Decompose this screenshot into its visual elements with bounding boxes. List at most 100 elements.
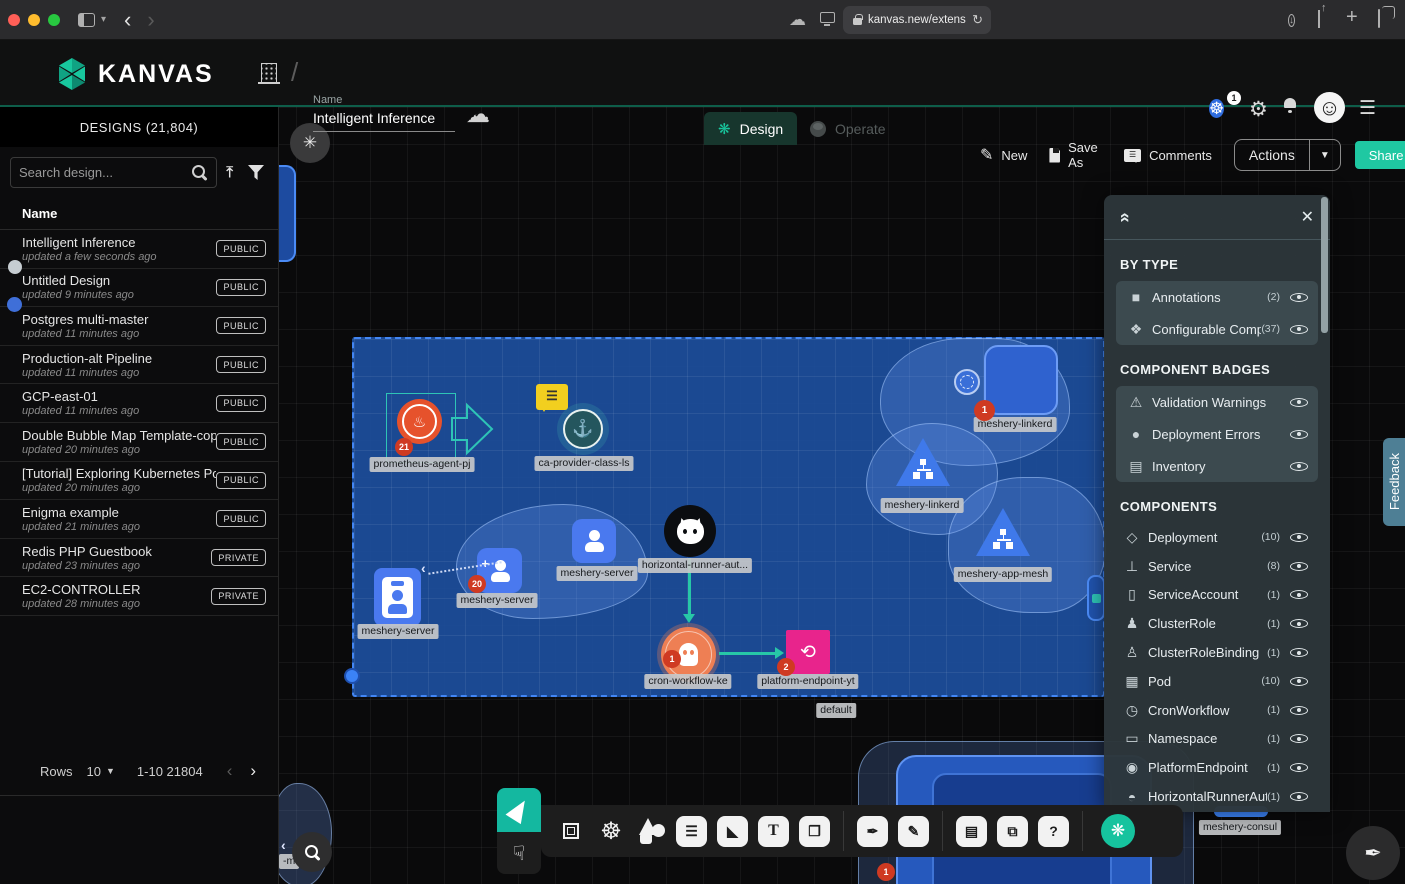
device-icon[interactable] [820,12,835,23]
list-item[interactable]: GCP-east-01 updated 11 minutes ago PUBLI… [0,384,278,423]
close-icon[interactable]: ✕ [1301,207,1314,227]
layer-row[interactable]: ■ Annotations (2) [1116,281,1318,313]
layer-row[interactable]: ⚠ Validation Warnings [1116,386,1318,418]
text-tool-icon[interactable]: T [758,816,789,847]
layer-row[interactable]: ❖ Configurable Compon (37) [1116,313,1318,345]
component-row[interactable]: ♙ ClusterRoleBinding (1) [1116,638,1318,667]
address-bar[interactable]: kanvas.new/extension/meshmap?mode=design… [843,6,991,34]
visibility-badge[interactable]: PUBLIC [216,279,266,296]
downloads-icon[interactable]: ↓ [1288,10,1295,28]
help-tool-icon[interactable]: ? [1038,816,1069,847]
list-item[interactable]: Double Bubble Map Template-copy updated … [0,423,278,462]
visibility-eye-icon[interactable] [1290,702,1308,719]
image-tool-icon[interactable]: ◣ [717,816,748,847]
visibility-eye-icon[interactable] [1290,426,1308,443]
avatar[interactable]: ☺ [1314,92,1345,123]
comments-button[interactable]: ☰Comments [1124,148,1212,163]
arrow-shape[interactable] [450,401,494,457]
visibility-eye-icon[interactable] [1290,673,1308,690]
share-button[interactable]: Share [1355,141,1405,169]
icloud-icon[interactable]: ☁ [789,10,806,30]
visibility-eye-icon[interactable] [1290,289,1308,306]
list-item[interactable]: Enigma example updated 21 minutes ago PU… [0,500,278,539]
components-tool-icon[interactable] [563,823,579,839]
tab-overview-icon[interactable] [1378,10,1380,27]
meshery-icon[interactable]: ❋ [1101,814,1135,848]
list-item[interactable]: Production-alt Pipeline updated 11 minut… [0,346,278,385]
component-row[interactable]: ⊥ Service (8) [1116,552,1318,581]
back-button[interactable]: ‹ [124,13,131,27]
visibility-eye-icon[interactable] [1290,644,1308,661]
visibility-eye-icon[interactable] [1290,321,1308,338]
visibility-eye-icon[interactable] [1290,394,1308,411]
layer-row[interactable]: ▤ Inventory [1116,450,1318,482]
organization-icon[interactable] [261,63,277,82]
hamburger-menu-icon[interactable]: ☰ [1359,97,1376,120]
edge-cron-to-endpoint[interactable] [719,652,777,655]
visibility-eye-icon[interactable] [1290,788,1308,805]
save-as-button[interactable]: Save As [1049,140,1102,170]
component-row[interactable]: ◷ CronWorkflow (1) [1116,696,1318,725]
next-page-button[interactable]: › [250,761,256,781]
actions-dropdown-arrow[interactable]: ▼ [1309,140,1340,170]
kanvas-logo[interactable]: KANVAS [54,56,214,92]
shapes-tool-icon[interactable] [636,816,666,846]
clipped-node-right[interactable] [1087,575,1105,621]
share-icon[interactable] [1318,10,1320,27]
feedback-tab[interactable]: Feedback [1383,438,1405,526]
component-row[interactable]: ◉ PlatformEndpoint (1) [1116,753,1318,782]
ca-provider-node[interactable]: ⚓ [563,409,603,449]
tab-design[interactable]: ❋ Design [704,112,797,145]
resize-handle[interactable] [344,668,360,684]
kubernetes-context-button[interactable]: ☸ 1 [1209,97,1235,121]
comment-annotation-icon[interactable]: ☰ [536,384,568,410]
comment-tool-icon[interactable]: ☰ [676,816,707,847]
actions-button[interactable]: Actions ▼ [1234,139,1341,171]
pen-fab-button[interactable]: ✒ [1346,826,1400,880]
visibility-eye-icon[interactable] [1290,558,1308,575]
bell-icon[interactable] [1282,97,1298,115]
node-badge[interactable]: 1 [663,650,681,668]
node-badge[interactable]: 21 [395,438,413,456]
visibility-badge[interactable]: PUBLIC [216,472,266,489]
previous-page-button[interactable]: ‹ [227,761,233,781]
pan-tool-button[interactable]: ☟ [497,832,541,874]
meshery-server-node[interactable] [572,519,616,563]
new-button[interactable]: ✎New [980,145,1027,165]
sidebar-toggle-icon[interactable] [78,13,95,27]
chevron-down-icon[interactable]: ▾ [101,14,106,25]
pen-tool-icon[interactable]: ✒ [857,816,888,847]
component-row[interactable]: ▯ ServiceAccount (1) [1116,581,1318,610]
url-text[interactable]: kanvas.new/extension/meshmap?mode=design… [868,14,966,26]
visibility-eye-icon[interactable] [1290,586,1308,603]
visibility-badge[interactable]: PRIVATE [211,588,266,605]
visibility-eye-icon[interactable] [1290,529,1308,546]
visibility-eye-icon[interactable] [1290,615,1308,632]
visibility-badge[interactable]: PUBLIC [216,356,266,373]
tab-operate[interactable]: Operate [796,112,900,145]
clipped-node-left-top[interactable] [279,165,296,262]
scrollbar-thumb[interactable] [1321,197,1328,333]
search-input[interactable]: Search design... [10,157,217,188]
import-design-icon[interactable]: ⤒ [226,164,233,181]
component-row[interactable]: ◇ Deployment (10) [1116,523,1318,552]
service-blob[interactable] [948,477,1106,613]
visibility-badge[interactable]: PUBLIC [216,510,266,527]
reload-icon[interactable]: ↻ [972,12,983,28]
layers-tool-icon[interactable]: ⧉ [997,816,1028,847]
node-badge[interactable]: 2 [777,658,795,676]
visibility-eye-icon[interactable] [1290,759,1308,776]
kubernetes-tool-icon[interactable]: ☸ [591,817,631,846]
visibility-eye-icon[interactable] [1290,730,1308,747]
list-item[interactable]: Postgres multi-master updated 11 minutes… [0,307,278,346]
component-row[interactable]: ▭ Namespace (1) [1116,725,1318,754]
close-window-button[interactable] [8,14,20,26]
visibility-badge[interactable]: PUBLIC [216,395,266,412]
layer-row[interactable]: ● Deployment Errors [1116,418,1318,450]
filter-icon[interactable] [248,165,264,180]
list-item[interactable]: Intelligent Inference updated a few seco… [0,230,278,269]
component-row[interactable]: ♟ ClusterRole (1) [1116,609,1318,638]
visibility-badge[interactable]: PUBLIC [216,433,266,450]
drawer-tool-icon[interactable]: ▤ [956,816,987,847]
github-runner-node[interactable] [664,505,716,557]
